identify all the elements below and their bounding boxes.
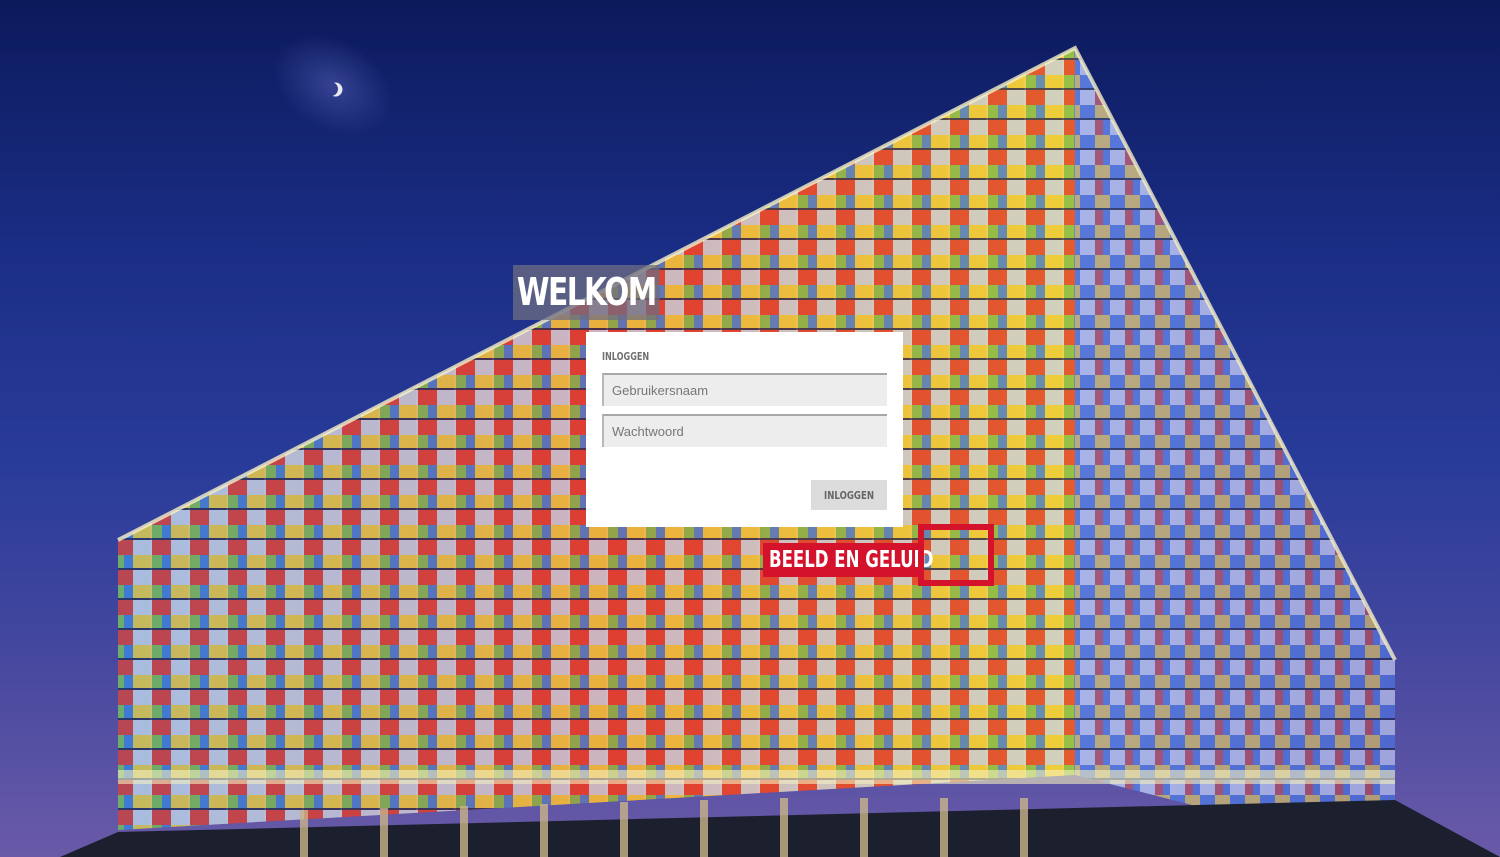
welcome-heading: WELKOM <box>513 265 660 320</box>
login-button[interactable]: INLOGGEN <box>811 480 887 510</box>
beeld-en-geluid-logo: BEELD EN GELUID <box>763 524 1003 594</box>
login-card: INLOGGEN INLOGGEN <box>586 332 903 527</box>
login-section-title: INLOGGEN <box>602 350 650 363</box>
username-input[interactable] <box>602 373 887 406</box>
logo-text: BEELD EN GELUID <box>769 547 934 573</box>
login-button-label: INLOGGEN <box>824 488 874 502</box>
password-input[interactable] <box>602 414 887 447</box>
logo-square-icon <box>918 524 994 586</box>
